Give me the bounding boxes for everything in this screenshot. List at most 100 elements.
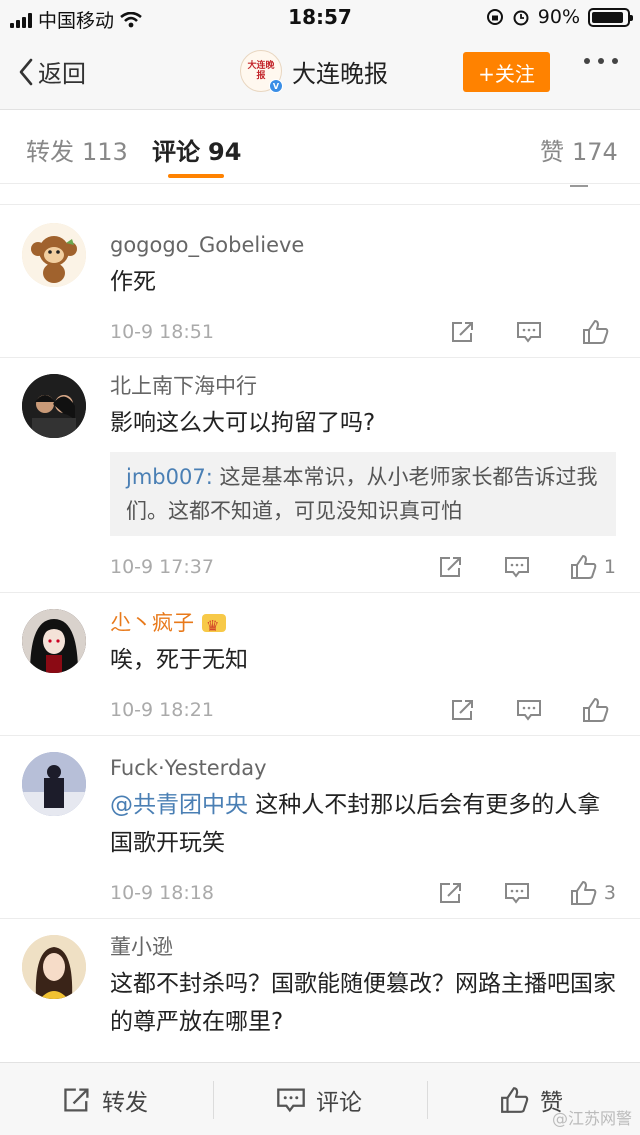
repost-label: 转发 xyxy=(102,1089,148,1116)
partial-comment-above xyxy=(0,185,640,205)
avatar[interactable] xyxy=(22,223,86,287)
like-button[interactable]: 1 xyxy=(570,554,616,580)
verified-badge-icon: V xyxy=(269,79,283,93)
monkey-avatar-icon xyxy=(22,223,86,287)
comment-text: 作死 xyxy=(110,269,156,295)
comment-text: 唉，死于无知 xyxy=(110,647,248,673)
anime-girl-avatar-icon xyxy=(22,609,86,673)
tab-repost-count: 113 xyxy=(82,138,128,166)
tab-comments[interactable]: 评论 94 xyxy=(152,132,241,167)
divider xyxy=(427,1081,428,1119)
comment-text: 影响这么大可以拘留了吗? xyxy=(110,410,376,436)
couple-photo-avatar-icon xyxy=(22,374,86,438)
comment-username[interactable]: 董小逊 xyxy=(110,933,616,961)
back-button[interactable]: 返回 xyxy=(18,54,86,89)
comment-icon xyxy=(504,557,529,578)
girl-photo-avatar-icon xyxy=(22,935,86,999)
comment-time: 10-9 18:18 xyxy=(110,882,214,904)
back-label: 返回 xyxy=(38,60,86,88)
comment-list[interactable]: gogogo_Gobelieve 作死 10-9 18:51 北上南下海中行 影… xyxy=(0,185,640,1041)
comment-item[interactable]: gogogo_Gobelieve 作死 10-9 18:51 xyxy=(0,205,640,358)
like-icon xyxy=(583,698,609,722)
comment-icon xyxy=(517,322,541,343)
battery-icon xyxy=(588,7,633,27)
comment-icon xyxy=(504,883,529,904)
comment-time: 10-9 18:51 xyxy=(110,321,214,343)
comment-icon xyxy=(277,1087,305,1112)
status-bar: 中国移动 18:57 90% xyxy=(0,0,640,36)
logo-text: 大连晚报 xyxy=(247,61,275,81)
share-icon xyxy=(452,322,473,342)
comment-username[interactable]: gogogo_Gobelieve xyxy=(110,231,616,259)
tab-comments-count: 94 xyxy=(208,138,242,166)
share-icon xyxy=(439,557,461,577)
more-dots-icon[interactable] xyxy=(584,58,618,64)
share-icon xyxy=(64,1087,89,1112)
share-icon xyxy=(452,700,473,720)
tab-likes[interactable]: 赞 174 xyxy=(540,132,618,167)
like-count: 3 xyxy=(603,882,616,904)
reply-button[interactable] xyxy=(504,555,530,579)
quoted-username[interactable]: jmb007: xyxy=(126,465,213,489)
reply-button[interactable] xyxy=(504,881,530,905)
share-button[interactable] xyxy=(438,555,464,579)
tab-likes-count: 174 xyxy=(572,138,618,166)
mention-link[interactable]: @共青团中央 xyxy=(110,792,248,818)
comment-item[interactable]: 尐丶疯子 唉，死于无知 10-9 18:21 xyxy=(0,593,640,736)
avatar[interactable] xyxy=(22,935,86,999)
tab-repost[interactable]: 转发 113 xyxy=(26,132,128,167)
alarm-icon xyxy=(513,10,529,26)
comment-username[interactable]: Fuck·Yesterday xyxy=(110,754,616,782)
like-count: 1 xyxy=(603,556,616,578)
bottom-action-bar: 转发 评论 赞 @江苏网警 xyxy=(0,1062,640,1135)
avatar[interactable] xyxy=(22,609,86,673)
rotation-lock-icon xyxy=(486,9,503,25)
active-tab-indicator xyxy=(168,174,224,178)
comment-label: 评论 xyxy=(316,1089,362,1116)
comment-username-text: 尐丶疯子 xyxy=(110,611,194,635)
back-chevron-icon xyxy=(19,58,33,85)
comment-username[interactable]: 尐丶疯子 xyxy=(110,609,616,640)
tab-comments-label: 评论 xyxy=(152,138,200,166)
comment-button[interactable]: 评论 xyxy=(276,1063,362,1135)
comment-item[interactable]: Fuck·Yesterday @共青团中央 这种人不封那以后会有更多的人拿国歌开… xyxy=(0,736,640,919)
comment-time: 10-9 17:37 xyxy=(110,556,214,578)
tab-likes-label: 赞 xyxy=(540,138,564,166)
status-right: 90% xyxy=(486,6,633,28)
comment-text: @共青团中央 这种人不封那以后会有更多的人拿国歌开玩笑 xyxy=(110,786,616,862)
avatar[interactable] xyxy=(22,374,86,438)
like-icon xyxy=(570,555,597,579)
account-header[interactable]: 大连晚报 V 大连晚报 xyxy=(240,50,388,93)
comment-text: 这都不封杀吗？国歌能随便篡改？网路主播吧国家的尊严放在哪里? xyxy=(110,971,616,1035)
avatar[interactable] xyxy=(22,752,86,816)
comment-item[interactable]: 北上南下海中行 影响这么大可以拘留了吗? jmb007: 这是基本常识，从小老师… xyxy=(0,358,640,593)
silhouette-avatar-icon xyxy=(22,752,86,816)
share-button[interactable] xyxy=(450,698,476,722)
vip-crown-icon xyxy=(202,612,226,640)
battery-percent: 90% xyxy=(537,6,580,28)
comment-time: 10-9 18:21 xyxy=(110,699,214,721)
like-button[interactable] xyxy=(582,697,616,723)
quoted-reply[interactable]: jmb007: 这是基本常识，从小老师家长都告诉过我们。这都不知道，可见没知识真… xyxy=(110,452,616,536)
share-button[interactable] xyxy=(438,881,464,905)
reply-button[interactable] xyxy=(516,320,542,344)
reply-button[interactable] xyxy=(516,698,542,722)
tab-bar: 转发 113 评论 94 赞 174 xyxy=(0,110,640,184)
follow-button[interactable]: +关注 xyxy=(463,52,550,92)
like-button[interactable]: 3 xyxy=(570,880,616,906)
page-title: 大连晚报 xyxy=(292,59,388,88)
share-button[interactable] xyxy=(450,320,476,344)
share-icon xyxy=(439,883,461,903)
watermark: @江苏网警 xyxy=(551,1109,632,1128)
like-button[interactable] xyxy=(582,319,616,345)
tab-repost-label: 转发 xyxy=(26,138,74,166)
like-icon xyxy=(501,1086,529,1113)
repost-button[interactable]: 转发 xyxy=(62,1063,148,1135)
account-logo: 大连晚报 V xyxy=(240,50,283,93)
comment-icon xyxy=(517,700,541,721)
comment-item[interactable]: 董小逊 这都不封杀吗？国歌能随便篡改？网路主播吧国家的尊严放在哪里? xyxy=(0,919,640,1041)
like-icon xyxy=(583,320,609,344)
like-icon xyxy=(570,881,597,905)
divider xyxy=(213,1081,214,1119)
comment-username[interactable]: 北上南下海中行 xyxy=(110,372,616,400)
